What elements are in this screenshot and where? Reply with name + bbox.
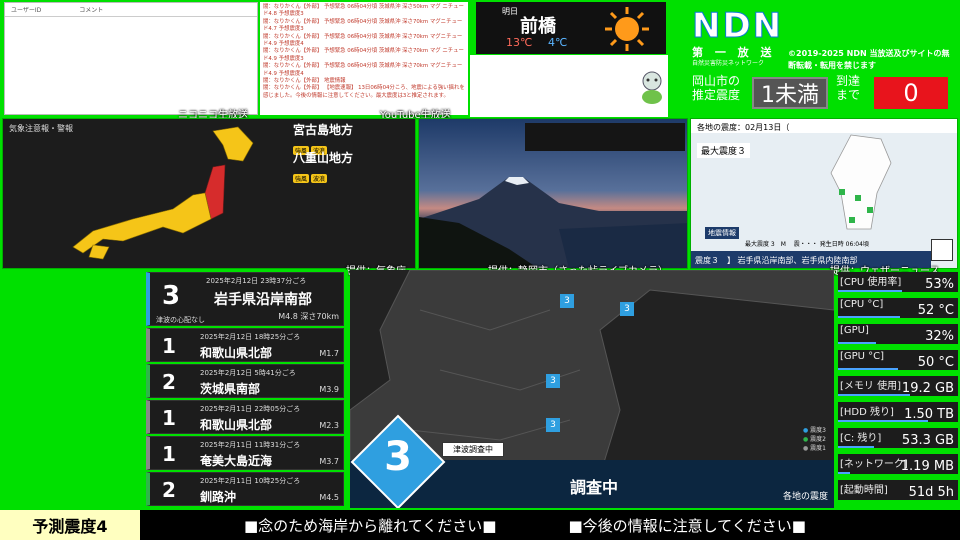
tsunami-status: 津波調査中 — [442, 442, 504, 457]
stat-gpu-temp: [GPU °C] 50 °C — [838, 350, 958, 372]
weather-city: 前橋 — [520, 16, 556, 37]
live-camera-panel — [418, 118, 688, 269]
ndn-subtitle-small: 自然災害防災ネットワーク — [692, 60, 765, 67]
estimated-intensity-value: 1未満 — [752, 77, 828, 109]
stat-bar — [838, 316, 901, 318]
stat-gpu-usage: [GPU] 32% — [838, 324, 958, 346]
tohoku-map — [830, 134, 892, 230]
weather-warning-panel: 気象注意報・警報 宮古島地方 強風 波浪 八重山地方 強風 波浪 — [2, 118, 416, 269]
comment-column-header: コメント — [79, 7, 104, 14]
sun-icon — [605, 7, 649, 51]
quake-item[interactable]: 1 2025年2月12日 18時25分ごろ 和歌山県北部 M1.7 — [146, 328, 344, 362]
intensity-marker: 3 — [560, 294, 574, 308]
quake-map-info: 地震情報 — [705, 227, 739, 239]
estimated-intensity-label: 岡山市の推定震度 — [692, 74, 741, 102]
quake-item[interactable]: 2 2025年2月12日 5時41分ごろ 茨城県南部 M3.9 — [146, 364, 344, 398]
camera-overlay-box — [525, 123, 685, 151]
ndn-logo: NDN — [691, 6, 784, 47]
mascot-character — [642, 71, 662, 104]
arrival-label: 到達まで — [836, 74, 861, 102]
intensity-marker: 3 — [546, 374, 560, 388]
quake-map-header: 各地の震度：02月13日（ — [691, 119, 957, 133]
intensity-legend: ● 震度3 ● 震度2 ● 震度1 — [803, 427, 826, 452]
stat-bar — [838, 446, 874, 448]
stat-bar — [838, 394, 910, 396]
chat-line: 闇：なりかくん【外部】 予想緊急 06時04分頃 茨城県沖 深さ70km マグニ… — [263, 33, 463, 48]
chat-line: 闇：なりかくん【外部】 予想緊急 06時04分頃 茨城県沖 深さ50km マグ … — [263, 4, 464, 18]
chat-line: 闇：なりかくん【外部】 予想緊急 06時04分頃 茨城県沖 深さ70km マグ … — [263, 48, 464, 62]
stat-cpu-usage: [CPU 使用率] 53% — [838, 272, 958, 294]
seismic-intensity-map-panel: 各地の震度：02月13日（ 最大震度３ 地震情報 最大震度 3 M 震・・・ 発… — [690, 118, 958, 269]
central-intensity-map: 3 3 3 3 3 津波調査中 調査中 各地の震度 ● 震度3 ● 震度2 ● … — [350, 270, 834, 508]
chat-line: 闇：なりかくん【外部】 予想緊急 06時04分頃 茨城県沖 深さ70km マグニ… — [263, 63, 463, 77]
quake-map-meta: 最大震度 3 M 震・・・ 発生日時 06:04頃 — [745, 241, 869, 248]
stat-hdd: [HDD 残り] 1.50 TB — [838, 402, 958, 424]
channel-logo — [931, 239, 953, 261]
weather-low: 4℃ — [548, 36, 568, 49]
stat-bar — [838, 368, 898, 370]
weather-high: 13℃ — [506, 36, 533, 49]
observation-status: 調査中 — [570, 478, 619, 497]
stat-cpu-temp: [CPU °C] 52 °C — [838, 298, 958, 320]
alert-ticker: ■念のため海岸から離れてください■ ■今後の情報に注意してください■ — [140, 510, 960, 540]
japan-warning-map — [72, 126, 254, 260]
intensity-marker: 3 — [620, 302, 634, 316]
stat-uptime: [起動時間] 51d 5h — [838, 480, 958, 502]
ticker-message-2: ■今後の情報に注意してください■ — [568, 516, 806, 535]
recent-earthquake-list: 3 2025年2月12日 23時37分ごろ 岩手県沿岸南部 津波の心配なし M4… — [142, 270, 348, 508]
ticker-message-1: ■念のため海岸から離れてください■ — [244, 516, 497, 535]
intensity-value: 3 — [384, 434, 412, 480]
warning-area-2: 八重山地方 強風 波浪 — [293, 151, 354, 183]
intensity-marker: 3 — [546, 418, 560, 432]
chat-log: 闇：なりかくん【外部】 予想緊急 06時04分頃 茨城県沖 深さ50km マグ … — [260, 2, 468, 115]
chat-line: 闇：なりかくん【外部】 【地震速報】 13日06時04分ころ、地震による強い揺れ… — [263, 85, 465, 99]
system-stats-panel: [CPU 使用率] 53% [CPU °C] 52 °C [GPU] 32% [GPU… — [836, 270, 960, 508]
user-id-column-header: ユーザーID — [11, 7, 42, 14]
weather-date: 明日 — [502, 7, 518, 16]
quake-item[interactable]: 1 2025年2月11日 22時05分ごろ 和歌山県北部 M2.3 — [146, 400, 344, 434]
mascot-panel — [470, 55, 668, 117]
stat-memory: [メモリ 使用] 19.2 GB — [838, 376, 958, 398]
stat-bar — [838, 420, 928, 422]
copyright-notice: ©2019-2025 NDN 当放送及びサイトの無断転載・転用を禁じます — [788, 49, 950, 70]
stat-c-drive: [C: 残り] 53.3 GB — [838, 428, 958, 450]
predicted-intensity: 予測震度4 — [0, 510, 140, 540]
mount-fuji-camera-view — [419, 177, 687, 268]
map-corner-label: 各地の震度 — [782, 492, 828, 502]
stat-bar — [838, 472, 850, 474]
stat-network: [ネットワーク] 1.19 MB — [838, 454, 958, 476]
chat-line: 闇：なりかくん【外部】 予想緊急 06時04分頃 茨城県沖 深さ70km マグニ… — [263, 18, 463, 33]
quake-item[interactable]: 3 2025年2月12日 23時37分ごろ 岩手県沿岸南部 津波の心配なし M4… — [146, 272, 344, 326]
weather-widget: 明日 前橋 13℃ 4℃ — [476, 2, 666, 54]
comment-panel: ユーザーID コメント — [4, 2, 258, 115]
stat-bar — [838, 342, 877, 344]
quake-item[interactable]: 1 2025年2月11日 11時31分ごろ 奄美大島近海 M3.7 — [146, 436, 344, 470]
stat-bar — [838, 290, 902, 292]
quake-item[interactable]: 2 2025年2月11日 10時25分ごろ 釧路沖 M4.5 — [146, 472, 344, 506]
quake-map-max: 最大震度３ — [697, 143, 751, 158]
arrival-countdown: 0 — [874, 77, 948, 109]
